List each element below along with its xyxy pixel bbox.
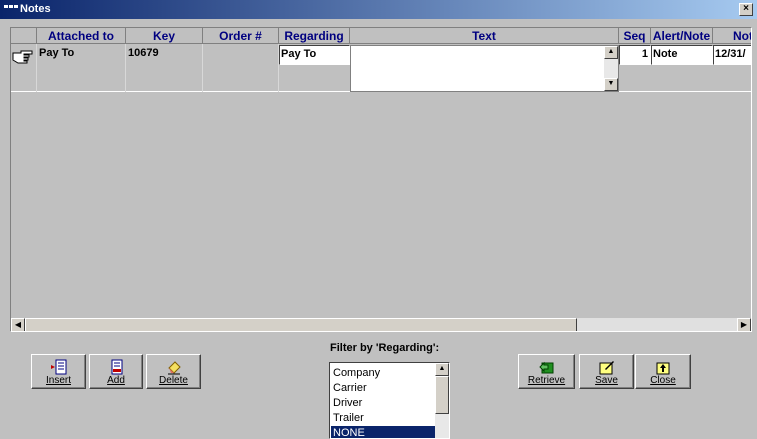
insert-row-icon [50, 359, 66, 375]
close-button[interactable]: Close [635, 354, 691, 389]
add-row-icon [111, 359, 123, 375]
text-scrollbar[interactable]: ▲ ▼ [604, 46, 618, 91]
key-value: 10679 [128, 47, 159, 59]
add-label: Add [107, 375, 125, 386]
scroll-thumb[interactable] [25, 318, 577, 331]
notes-grid: Attached to Key Order # Regarding Text S… [10, 27, 752, 332]
retrieve-button[interactable]: Retrieve [518, 354, 575, 389]
scroll-up-arrow-icon[interactable]: ▲ [435, 363, 449, 376]
close-folder-icon [656, 362, 670, 375]
filter-list-scrollbar[interactable]: ▲ [435, 363, 449, 438]
list-item[interactable]: Driver [331, 396, 435, 411]
header-regarding[interactable]: Regarding [279, 28, 350, 44]
notes-app-icon [4, 5, 18, 8]
note-text-area[interactable]: ▲ ▼ [350, 45, 619, 92]
list-item-selected[interactable]: NONE [331, 426, 435, 438]
scroll-right-arrow-icon[interactable]: ▶ [737, 318, 751, 331]
attached-to-value: Pay To [39, 47, 75, 59]
save-button[interactable]: Save [579, 354, 634, 389]
eraser-icon [167, 361, 181, 375]
regarding-filter-list[interactable]: Company Carrier Driver Trailer NONE ▲ [329, 362, 450, 439]
cell-attached-to[interactable]: Pay To [37, 44, 126, 92]
save-label: Save [595, 375, 618, 386]
list-item[interactable]: Company [331, 366, 435, 381]
retrieve-icon [538, 361, 553, 374]
title-bar: Notes × [0, 0, 757, 19]
header-order[interactable]: Order # [203, 28, 279, 44]
header-indicator [11, 28, 37, 44]
retrieve-label: Retrieve [527, 375, 566, 386]
header-text[interactable]: Text [350, 28, 619, 44]
delete-button[interactable]: Delete [146, 354, 201, 389]
scroll-up-arrow-icon[interactable]: ▲ [604, 46, 618, 59]
insert-button[interactable]: Insert [31, 354, 86, 389]
pointing-hand-icon [12, 50, 33, 64]
not-field[interactable]: 12/31/ [713, 45, 751, 65]
window-title: Notes [20, 3, 51, 15]
header-seq[interactable]: Seq [619, 28, 651, 44]
scroll-thumb[interactable] [435, 376, 449, 414]
close-label: Close [650, 375, 676, 386]
list-item[interactable]: Trailer [331, 411, 435, 426]
header-attached-to[interactable]: Attached to [37, 28, 126, 44]
regarding-field[interactable]: Pay To [279, 45, 350, 65]
cell-order[interactable] [203, 44, 279, 92]
grid-header: Attached to Key Order # Regarding Text S… [11, 28, 751, 44]
header-not[interactable]: Not [713, 28, 751, 44]
header-alert-note[interactable]: Alert/Note [651, 28, 713, 44]
seq-field[interactable]: 1 [619, 45, 651, 65]
cell-key[interactable]: 10679 [126, 44, 203, 92]
scroll-down-arrow-icon[interactable]: ▼ [604, 78, 618, 91]
scroll-left-arrow-icon[interactable]: ◀ [11, 318, 25, 331]
header-key[interactable]: Key [126, 28, 203, 44]
alert-note-field[interactable]: Note [651, 45, 713, 65]
row-indicator [11, 44, 37, 92]
grid-horizontal-scrollbar[interactable]: ◀ ▶ [11, 317, 751, 331]
save-pencil-icon [599, 361, 614, 375]
table-row[interactable]: Pay To 10679 Pay To ▲ ▼ 1 Note 12/31/ [11, 44, 751, 92]
delete-label: Delete [159, 375, 188, 386]
insert-label: Insert [45, 375, 71, 386]
list-item[interactable]: Carrier [331, 381, 435, 396]
add-button[interactable]: Add [89, 354, 143, 389]
filter-label: Filter by 'Regarding': [330, 342, 440, 354]
window-close-button[interactable]: × [739, 3, 753, 16]
